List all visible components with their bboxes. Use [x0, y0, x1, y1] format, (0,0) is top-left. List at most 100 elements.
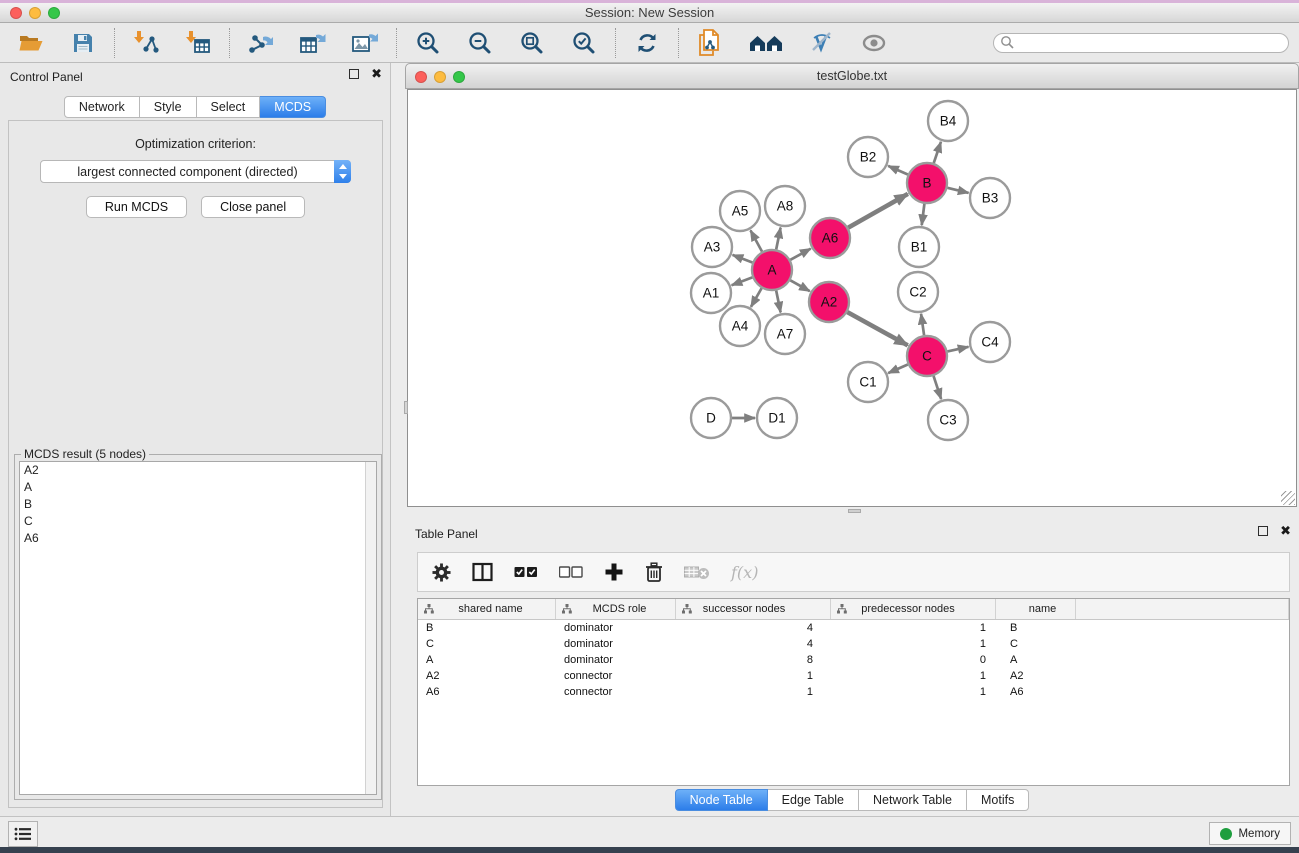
table-cell[interactable]: A6: [418, 686, 556, 698]
column-header-successor-nodes[interactable]: successor nodes: [676, 599, 831, 619]
graph-edge-A-A6[interactable]: [790, 249, 810, 260]
zoom-window-button[interactable]: [48, 7, 60, 19]
graph-edge-B-B1[interactable]: [922, 204, 925, 225]
graph-edge-C-C3[interactable]: [934, 376, 942, 399]
tab-edge-table[interactable]: Edge Table: [768, 789, 859, 811]
table-cell[interactable]: 1: [831, 638, 996, 650]
graph-node-A7[interactable]: A7: [765, 314, 805, 354]
delete-table-button[interactable]: [684, 565, 710, 580]
tab-select[interactable]: Select: [197, 96, 261, 118]
export-table-button[interactable]: [298, 28, 328, 58]
table-cell[interactable]: 1: [831, 622, 996, 634]
table-cell[interactable]: A: [418, 654, 556, 666]
node-table[interactable]: shared nameMCDS rolesuccessor nodesprede…: [417, 598, 1290, 786]
search-input[interactable]: [1015, 36, 1275, 50]
graph-node-A[interactable]: A: [752, 250, 792, 290]
column-header-name[interactable]: name: [996, 599, 1076, 619]
graph-edge-A-A3[interactable]: [733, 255, 753, 263]
select-spinner-icon[interactable]: [334, 160, 351, 183]
tab-style[interactable]: Style: [140, 96, 197, 118]
zoom-fit-button[interactable]: [517, 28, 547, 58]
table-header[interactable]: shared nameMCDS rolesuccessor nodesprede…: [418, 599, 1289, 620]
graph-edge-A6-B[interactable]: [848, 194, 908, 228]
show-columns-button[interactable]: [472, 562, 493, 582]
table-cell[interactable]: 4: [676, 622, 831, 634]
network-window-titlebar[interactable]: testGlobe.txt: [405, 63, 1299, 89]
close-panel-icon[interactable]: ✖: [371, 69, 382, 79]
graph-edge-A-A5[interactable]: [750, 230, 761, 251]
table-cell[interactable]: B: [418, 622, 556, 634]
net-zoom-button[interactable]: [453, 71, 465, 83]
tab-network[interactable]: Network: [64, 96, 140, 118]
table-row[interactable]: A2connector11A2: [418, 668, 1289, 684]
unselect-all-columns-button[interactable]: [559, 566, 583, 578]
result-item[interactable]: A6: [20, 530, 376, 547]
tool-panel-toggle-button[interactable]: [8, 821, 38, 847]
result-item[interactable]: A: [20, 479, 376, 496]
result-item[interactable]: A2: [20, 462, 376, 479]
graph-node-B4[interactable]: B4: [928, 101, 968, 141]
graph-edge-A2-C[interactable]: [847, 312, 907, 345]
table-row[interactable]: A6connector11A6: [418, 684, 1289, 700]
result-scrollbar[interactable]: [365, 462, 376, 794]
table-row[interactable]: Cdominator41C: [418, 636, 1289, 652]
graph-node-A4[interactable]: A4: [720, 306, 760, 346]
zoom-selected-button[interactable]: [569, 28, 599, 58]
function-builder-button[interactable]: f(x): [731, 563, 758, 582]
table-cell[interactable]: 1: [831, 670, 996, 682]
close-panel-button[interactable]: Close panel: [201, 196, 305, 218]
table-cell[interactable]: dominator: [556, 654, 676, 666]
graph-node-B[interactable]: B: [907, 163, 947, 203]
float-table-panel-icon[interactable]: [1258, 526, 1268, 536]
splitter-grip-left[interactable]: [404, 401, 408, 414]
graphics-details-button[interactable]: [807, 28, 837, 58]
graph-edge-A-A2[interactable]: [790, 280, 810, 291]
table-row[interactable]: Adominator80A: [418, 652, 1289, 668]
open-session-button[interactable]: [16, 28, 46, 58]
table-cell[interactable]: B: [996, 622, 1076, 634]
table-cell[interactable]: A2: [418, 670, 556, 682]
minimize-window-button[interactable]: [29, 7, 41, 19]
graph-edge-B-B3[interactable]: [947, 188, 968, 193]
table-body[interactable]: Bdominator41BCdominator41CAdominator80AA…: [418, 620, 1289, 700]
table-cell[interactable]: 8: [676, 654, 831, 666]
graph-node-A5[interactable]: A5: [720, 191, 760, 231]
graph-edge-C-C2[interactable]: [921, 314, 924, 335]
table-cell[interactable]: A6: [996, 686, 1076, 698]
export-image-button[interactable]: [350, 28, 380, 58]
graph-edge-A-A8[interactable]: [776, 228, 780, 250]
window-titlebar[interactable]: Session: New Session: [0, 3, 1299, 23]
graph-node-B3[interactable]: B3: [970, 178, 1010, 218]
close-table-panel-icon[interactable]: ✖: [1280, 526, 1291, 536]
graph-node-A8[interactable]: A8: [765, 186, 805, 226]
table-cell[interactable]: 1: [676, 686, 831, 698]
table-cell[interactable]: A2: [996, 670, 1076, 682]
graph-edge-B-B2[interactable]: [888, 166, 908, 175]
column-header-predecessor-nodes[interactable]: predecessor nodes: [831, 599, 996, 619]
home-network-button[interactable]: [747, 28, 785, 58]
network-window-controls[interactable]: [415, 71, 465, 83]
show-hide-button[interactable]: [859, 28, 889, 58]
graph-node-B1[interactable]: B1: [899, 227, 939, 267]
graph-node-D1[interactable]: D1: [757, 398, 797, 438]
graph-edge-C-C4[interactable]: [947, 347, 968, 352]
network-canvas[interactable]: B4B2BB3A8A5A6A3B1AA1C2A2A4A7C4CC1C3DD1: [407, 89, 1297, 507]
float-panel-icon[interactable]: [349, 69, 359, 79]
mcds-result-list[interactable]: A2ABCA6: [19, 461, 377, 795]
graph-node-D[interactable]: D: [691, 398, 731, 438]
resize-grip-icon[interactable]: [1281, 491, 1295, 505]
import-table-button[interactable]: [183, 28, 213, 58]
graph-edge-B-B4[interactable]: [934, 142, 941, 163]
table-row[interactable]: Bdominator41B: [418, 620, 1289, 636]
table-cell[interactable]: C: [418, 638, 556, 650]
graph-node-C3[interactable]: C3: [928, 400, 968, 440]
table-cell[interactable]: 0: [831, 654, 996, 666]
run-mcds-button[interactable]: Run MCDS: [86, 196, 187, 218]
delete-column-button[interactable]: [645, 562, 663, 583]
table-cell[interactable]: dominator: [556, 622, 676, 634]
import-network-button[interactable]: [131, 28, 161, 58]
tab-mcds[interactable]: MCDS: [260, 96, 326, 118]
table-cell[interactable]: dominator: [556, 638, 676, 650]
graph-edge-A-A4[interactable]: [751, 288, 762, 307]
graph-node-C[interactable]: C: [907, 336, 947, 376]
